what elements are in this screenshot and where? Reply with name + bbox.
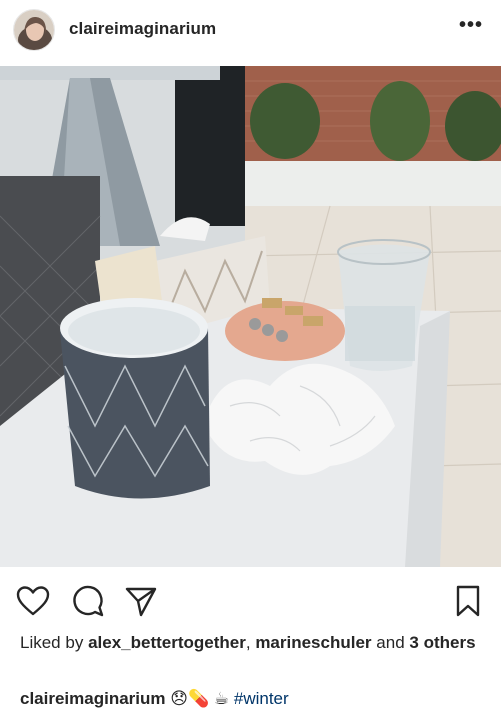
comment-bubble-icon[interactable] [71, 584, 105, 618]
heart-outline-icon[interactable] [16, 584, 50, 618]
paper-plane-icon[interactable] [124, 584, 158, 618]
likes-separator: , [245, 633, 251, 652]
post-image [0, 66, 501, 567]
more-options-icon[interactable]: ••• [459, 14, 483, 37]
disappointed-face-emoji-icon: 😞 [170, 689, 188, 708]
bookmark-outline-icon[interactable] [451, 584, 485, 618]
hashtag-link[interactable]: #winter [234, 689, 289, 708]
caption-username[interactable]: claireimaginarium [20, 689, 166, 708]
liker-username-2[interactable]: marineschuler [255, 633, 371, 652]
post-username[interactable]: claireimaginarium [69, 19, 216, 39]
avatar-image [14, 10, 54, 50]
post-header: claireimaginarium ••• [0, 0, 501, 64]
avatar[interactable] [13, 9, 55, 51]
likes-others-count[interactable]: 3 others [409, 633, 475, 652]
post-photo[interactable] [0, 66, 501, 567]
pill-emoji-icon: 💊 [187, 689, 210, 708]
post-actions [0, 578, 501, 624]
hot-beverage-emoji-icon: ☕ [213, 689, 230, 708]
likes-summary: Liked by alex_bettertogether, marineschu… [20, 632, 490, 654]
post-caption: claireimaginarium 😞💊 ☕ #winter [20, 688, 490, 710]
likes-prefix: Liked by [20, 633, 84, 652]
likes-and: and [376, 633, 405, 652]
liker-username-1[interactable]: alex_bettertogether [88, 633, 246, 652]
